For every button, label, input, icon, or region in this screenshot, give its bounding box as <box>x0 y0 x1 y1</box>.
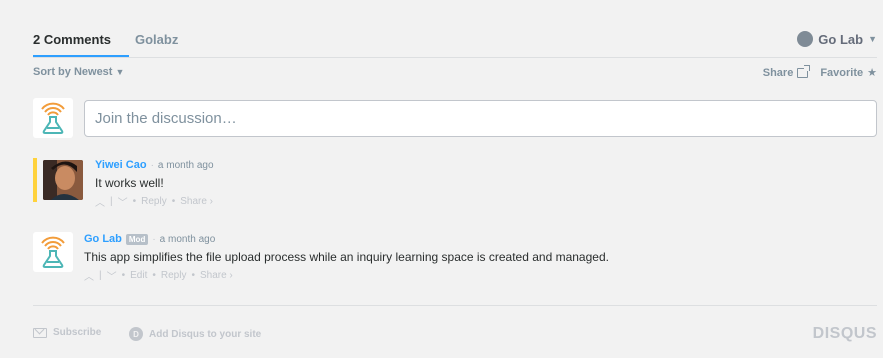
downvote-icon[interactable]: ﹀ <box>107 268 117 283</box>
add-disqus-link[interactable]: D Add Disqus to your site <box>129 327 261 341</box>
separator-dot: · <box>152 233 156 245</box>
share-link[interactable]: Share › <box>200 270 233 281</box>
reply-link[interactable]: Reply <box>161 270 187 281</box>
user-name: Go Lab <box>818 31 864 47</box>
user-photo <box>43 160 83 200</box>
tab-community[interactable]: Golabz <box>135 32 178 47</box>
chevron-down-icon: ▼ <box>868 34 877 44</box>
add-disqus-label: Add Disqus to your site <box>149 328 262 340</box>
avatar[interactable] <box>33 98 73 138</box>
chevron-down-icon: ▼ <box>115 67 125 77</box>
downvote-icon[interactable]: ﹀ <box>118 194 128 209</box>
comment-footer: ︿ | ﹀ • Reply • Share › <box>95 194 877 209</box>
tab-active-indicator <box>33 55 129 57</box>
new-comment-marker <box>33 158 37 202</box>
thread-actions: Share Favorite ★ <box>762 64 877 80</box>
golab-flask-icon <box>41 236 65 268</box>
sort-dropdown[interactable]: Sort by Newest ▼ <box>33 66 124 78</box>
golab-flask-icon <box>41 102 65 134</box>
comment-text: This app simplifies the file upload proc… <box>84 250 609 264</box>
share-thread-button[interactable]: Share <box>762 64 811 79</box>
user-menu[interactable]: Go Lab ▼ <box>797 30 877 48</box>
comment-composer: Join the discussion… <box>33 98 877 140</box>
tab-comments[interactable]: 2 Comments <box>33 32 111 47</box>
comment-author[interactable]: Yiwei Cao <box>95 159 147 171</box>
upvote-icon[interactable]: ︿ <box>84 268 94 283</box>
comment-author[interactable]: Go Lab <box>84 233 122 245</box>
disqus-logo[interactable]: DISQUS <box>813 325 877 343</box>
comment-time[interactable]: a month ago <box>158 160 214 171</box>
comment-meta: Go Lab Mod · a month ago <box>84 232 877 246</box>
vote-divider: | <box>99 270 102 281</box>
vote-divider: | <box>110 196 113 207</box>
disqus-icon: D <box>129 327 143 341</box>
sort-row: Sort by Newest ▼ Share Favorite ★ <box>33 64 877 82</box>
sort-label: Sort by Newest <box>33 66 113 78</box>
share-label: Share <box>762 66 794 79</box>
reply-link[interactable]: Reply <box>141 196 167 207</box>
separator-dot: • <box>121 270 126 281</box>
comment-item: Go Lab Mod · a month ago This app simpli… <box>33 232 877 284</box>
favorite-label: Favorite <box>820 66 864 79</box>
comment-meta: Yiwei Cao · a month ago <box>95 158 877 172</box>
thread-nav: 2 Comments Golabz Go Lab ▼ <box>33 28 877 58</box>
avatar[interactable] <box>43 160 83 200</box>
favorite-button[interactable]: Favorite ★ <box>820 66 877 80</box>
subscribe-button[interactable]: Subscribe <box>33 327 101 338</box>
disqus-thread: 2 Comments Golabz Go Lab ▼ Sort by Newes… <box>33 0 877 358</box>
separator-dot: · <box>150 159 154 171</box>
separator-dot: • <box>171 196 176 207</box>
separator-dot: • <box>132 196 137 207</box>
comment-time[interactable]: a month ago <box>160 234 216 245</box>
upvote-icon[interactable]: ︿ <box>95 194 105 209</box>
subscribe-label: Subscribe <box>53 327 102 338</box>
avatar[interactable] <box>33 232 73 272</box>
separator-dot: • <box>152 270 156 281</box>
comment-text: It works well! <box>95 176 164 190</box>
comment-body: Go Lab Mod · a month ago This app simpli… <box>84 232 877 283</box>
user-avatar-icon <box>797 31 814 47</box>
comment-footer: ︿ | ﹀ • Edit • Reply • Share › <box>84 268 877 283</box>
star-icon: ★ <box>867 67 877 79</box>
comment-input[interactable]: Join the discussion… <box>84 100 877 137</box>
share-icon <box>797 64 811 78</box>
separator-dot: • <box>191 270 195 281</box>
thread-footer: Subscribe D Add Disqus to your site DISQ… <box>33 325 877 345</box>
share-link[interactable]: Share › <box>180 196 213 207</box>
comment-body: Yiwei Cao · a month ago It works well! ︿… <box>95 158 877 209</box>
moderator-badge: Mod <box>125 233 149 245</box>
envelope-icon <box>33 327 47 338</box>
divider <box>33 305 877 306</box>
comment-item: Yiwei Cao · a month ago It works well! ︿… <box>33 158 877 210</box>
edit-link[interactable]: Edit <box>130 270 147 281</box>
